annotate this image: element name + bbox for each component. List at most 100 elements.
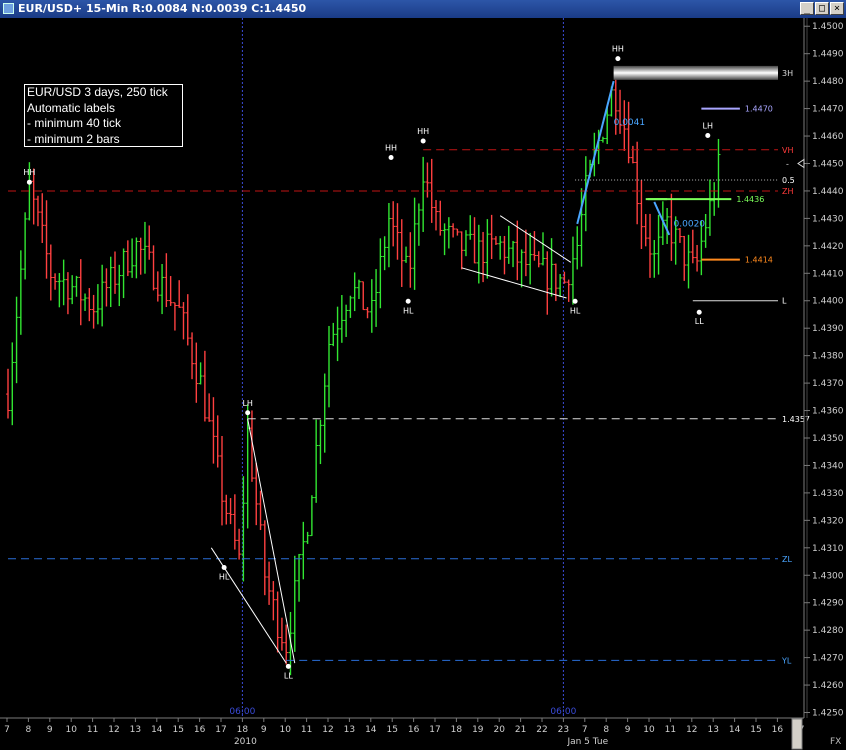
price-bar [53, 273, 58, 290]
price-bar [258, 490, 263, 531]
time-tick-label: 11 [87, 725, 98, 735]
bar-series [6, 66, 721, 676]
price-bar [626, 101, 631, 164]
swing-label: LL [284, 671, 293, 680]
price-tick-label: 1.4450 [812, 159, 844, 169]
price-bar [545, 251, 550, 315]
date-label: 2010 [234, 737, 257, 747]
price-bar [48, 244, 53, 301]
trendline [576, 80, 615, 225]
price-bar [220, 436, 224, 526]
level-band [613, 65, 778, 80]
price-tick-label: 1.4410 [812, 269, 844, 279]
level-label: 1.4357 [782, 415, 810, 424]
swing-dot [285, 663, 291, 669]
time-tick-label: 11 [301, 725, 312, 735]
price-bar [10, 342, 15, 426]
price-bar [536, 251, 541, 268]
price-bar [489, 214, 494, 260]
price-bar [142, 221, 147, 274]
price-bar [185, 294, 190, 346]
window-titlebar[interactable]: EUR/USD+ 15-Min R:0.0084 N:0.0039 C:1.44… [0, 0, 846, 18]
time-tick-label: 9 [47, 725, 53, 735]
info-line: Automatic labels [27, 100, 116, 115]
price-tick-label: 1.4350 [812, 434, 844, 444]
swing-label: LL [695, 317, 704, 326]
level-label: 1.4436 [736, 195, 764, 204]
price-bar [600, 136, 605, 143]
minimize-button[interactable]: _ [800, 2, 814, 15]
time-tick-label: 9 [261, 725, 267, 735]
price-tick-label: 1.4460 [812, 132, 844, 142]
price-bar [361, 281, 366, 311]
price-tick-label: 1.4310 [812, 544, 844, 554]
price-bar [690, 229, 695, 264]
price-bar [408, 232, 413, 288]
price-tick-label: 1.4390 [812, 324, 844, 334]
price-bar [160, 263, 165, 315]
swing-dot [696, 309, 702, 315]
price-bar [117, 264, 122, 307]
price-bar [322, 373, 327, 453]
price-bar [23, 212, 28, 280]
price-bar [228, 498, 233, 525]
price-bar [352, 272, 357, 312]
trendline [247, 418, 296, 664]
price-bar [190, 332, 195, 380]
price-bar [40, 193, 45, 243]
maximize-button[interactable]: □ [815, 2, 829, 15]
price-bar [57, 273, 62, 308]
time-tick-label: 13 [707, 725, 718, 735]
price-bar [716, 138, 721, 208]
price-bar [404, 246, 409, 263]
price-bar [382, 236, 387, 271]
price-bar [656, 214, 661, 275]
price-bar [108, 256, 113, 308]
price-bar [369, 279, 374, 333]
swing-dot [245, 410, 251, 416]
time-tick-label: 15 [750, 725, 761, 735]
level-label: ZH [782, 187, 794, 196]
price-tick-label: 1.4250 [812, 709, 844, 719]
price-bar [327, 325, 331, 408]
date-label: Jan 5 Tue [566, 737, 608, 747]
price-bar [498, 235, 503, 260]
price-bar [215, 415, 220, 468]
price-tick-label: 1.4480 [812, 77, 844, 87]
price-bar [468, 215, 473, 240]
price-bar [438, 200, 443, 236]
price-bar [541, 232, 545, 266]
time-tick-label: 17 [215, 725, 226, 735]
price-bar [472, 217, 477, 264]
price-bar [314, 419, 319, 503]
close-button[interactable]: × [830, 2, 844, 15]
price-bar [455, 228, 460, 236]
time-tick-label: 18 [237, 725, 249, 735]
time-tick-label: 18 [451, 725, 463, 735]
price-bar [65, 272, 70, 315]
price-tick-label: 1.4290 [812, 599, 844, 609]
price-bar [562, 271, 567, 284]
price-bar [318, 419, 323, 465]
time-tick-label: 14 [729, 725, 741, 735]
price-bar [378, 238, 383, 309]
time-tick-label: 20 [493, 725, 505, 735]
price-tick-label: 1.4300 [812, 571, 844, 581]
price-tick-label: 1.4320 [812, 516, 844, 526]
swing-value-label: 0.0020 [674, 220, 706, 230]
price-bar [207, 393, 212, 422]
price-bar [70, 275, 75, 305]
price-bar [391, 201, 396, 247]
price-bar [309, 495, 314, 537]
price-bar [459, 231, 464, 270]
price-bar [138, 237, 143, 275]
time-tick-label: 9 [625, 725, 631, 735]
swing-label: LH [703, 122, 713, 131]
price-bar [515, 220, 520, 281]
price-bar [412, 197, 417, 290]
price-tick-label: 1.4430 [812, 214, 844, 224]
price-bar [87, 288, 92, 322]
price-bar [211, 397, 216, 464]
price-bar [147, 225, 152, 260]
price-bar [639, 180, 644, 249]
